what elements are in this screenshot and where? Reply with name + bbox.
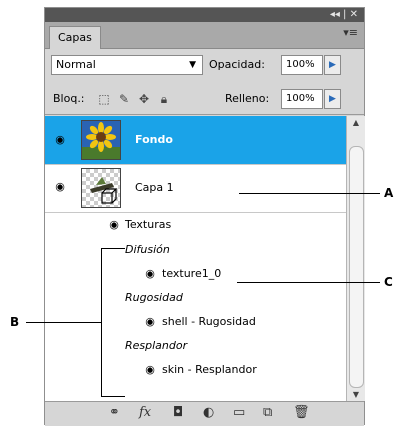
effect-item-texture1: texture1_0: [162, 267, 222, 280]
layers-panel: ◂◂ | ✕ Capas ▾≡ Normal ▼ Opacidad: 100% …: [44, 7, 365, 426]
add-mask-icon[interactable]: ◘: [173, 405, 183, 420]
blend-mode-value: Normal: [56, 58, 96, 71]
adjustment-layer-icon[interactable]: ◐: [203, 405, 214, 420]
effects-group-label: Texturas: [125, 218, 172, 231]
callout-bracket-top: [101, 248, 125, 249]
panel-menu-icon[interactable]: ▾≡: [343, 26, 358, 39]
lock-position-icon[interactable]: ✥: [137, 92, 151, 106]
layer-row-capa-1[interactable]: ◉ Capa 1: [45, 164, 346, 213]
blend-row: Normal ▼ Opacidad: 100% ▶: [45, 50, 364, 80]
callout-line-c: [237, 282, 380, 283]
layer-thumbnail: [81, 120, 121, 160]
layer-row-fondo[interactable]: ◉ Fondo: [45, 116, 346, 165]
effect-item-skin: skin - Resplandor: [162, 363, 257, 376]
callout-bracket-vertical: [101, 248, 102, 396]
effect-category-difusion: Difusión: [125, 243, 170, 256]
callout-bracket-bottom: [101, 396, 125, 397]
opacity-slider-button[interactable]: ▶: [324, 55, 341, 75]
eye-icon[interactable]: ◉: [106, 219, 122, 230]
eye-icon[interactable]: ◉: [142, 364, 158, 375]
effect-category-rugosidad: Rugosidad: [125, 291, 183, 304]
new-layer-icon[interactable]: ⧉: [263, 405, 272, 420]
panel-window-controls[interactable]: ◂◂ | ✕: [330, 8, 358, 22]
lock-transparency-icon[interactable]: ⬚: [97, 92, 111, 106]
scroll-up-icon[interactable]: ▲: [347, 118, 365, 127]
fill-field[interactable]: 100%: [281, 89, 323, 109]
layer-thumbnail: [81, 168, 121, 208]
scroll-down-icon[interactable]: ▼: [347, 390, 365, 399]
eye-icon[interactable]: ◉: [52, 134, 68, 145]
effect-category-row: Rugosidad: [45, 286, 346, 310]
lock-label: Bloq.:: [53, 92, 85, 105]
panel-tabbar: Capas ▾≡: [45, 22, 364, 49]
blend-mode-select[interactable]: Normal ▼: [51, 55, 203, 75]
opacity-label: Opacidad:: [209, 58, 265, 71]
callout-label-c: C: [384, 275, 393, 289]
eye-icon[interactable]: ◉: [142, 316, 158, 327]
effect-item-row[interactable]: ◉ skin - Resplandor: [45, 358, 346, 382]
trash-icon[interactable]: 🗑︎: [293, 405, 310, 420]
lock-paint-icon[interactable]: ✎: [117, 92, 131, 106]
fill-slider-button[interactable]: ▶: [324, 89, 341, 109]
layers-list: ◉ Fondo ◉ Capa 1 ◉ Texturas Difusión ◉ t…: [45, 116, 346, 401]
callout-label-b: B: [10, 315, 20, 329]
layers-scrollbar[interactable]: ▲ ▼: [346, 116, 365, 401]
link-layers-icon[interactable]: ⚭: [109, 405, 120, 420]
callout-line-b: [26, 322, 101, 323]
lock-all-icon[interactable]: 🔒︎: [157, 92, 171, 106]
sunflower-thumbnail-icon: [82, 121, 120, 159]
effects-group-row[interactable]: ◉ Texturas: [45, 212, 346, 238]
lock-row: Bloq.: ⬚ ✎ ✥ 🔒︎ Relleno: 100% ▶: [45, 84, 364, 115]
tab-capas[interactable]: Capas: [49, 26, 101, 49]
effect-item-shell: shell - Rugosidad: [162, 315, 256, 328]
effect-category-resplandor: Resplandor: [125, 339, 188, 352]
callout-label-a: A: [384, 186, 394, 200]
eye-icon[interactable]: ◉: [142, 268, 158, 279]
effect-category-row: Difusión: [45, 238, 346, 262]
3d-object-thumbnail-icon: [90, 177, 118, 204]
effect-category-row: Resplandor: [45, 334, 346, 358]
panel-titlebar: ◂◂ | ✕: [45, 8, 364, 22]
layer-name-capa-1: Capa 1: [135, 181, 174, 194]
chevron-down-icon: ▼: [189, 60, 196, 70]
fx-icon[interactable]: fx: [139, 405, 151, 420]
panel-bottom-bar: ⚭ fx ◘ ◐ ▭ ⧉ 🗑︎: [45, 401, 364, 426]
fill-label: Relleno:: [225, 92, 270, 105]
layer-name-fondo: Fondo: [135, 133, 173, 146]
eye-icon[interactable]: ◉: [52, 181, 68, 192]
scrollbar-thumb[interactable]: [349, 146, 364, 388]
new-group-icon[interactable]: ▭: [233, 405, 245, 420]
callout-line-a: [239, 193, 380, 194]
opacity-field[interactable]: 100%: [281, 55, 323, 75]
